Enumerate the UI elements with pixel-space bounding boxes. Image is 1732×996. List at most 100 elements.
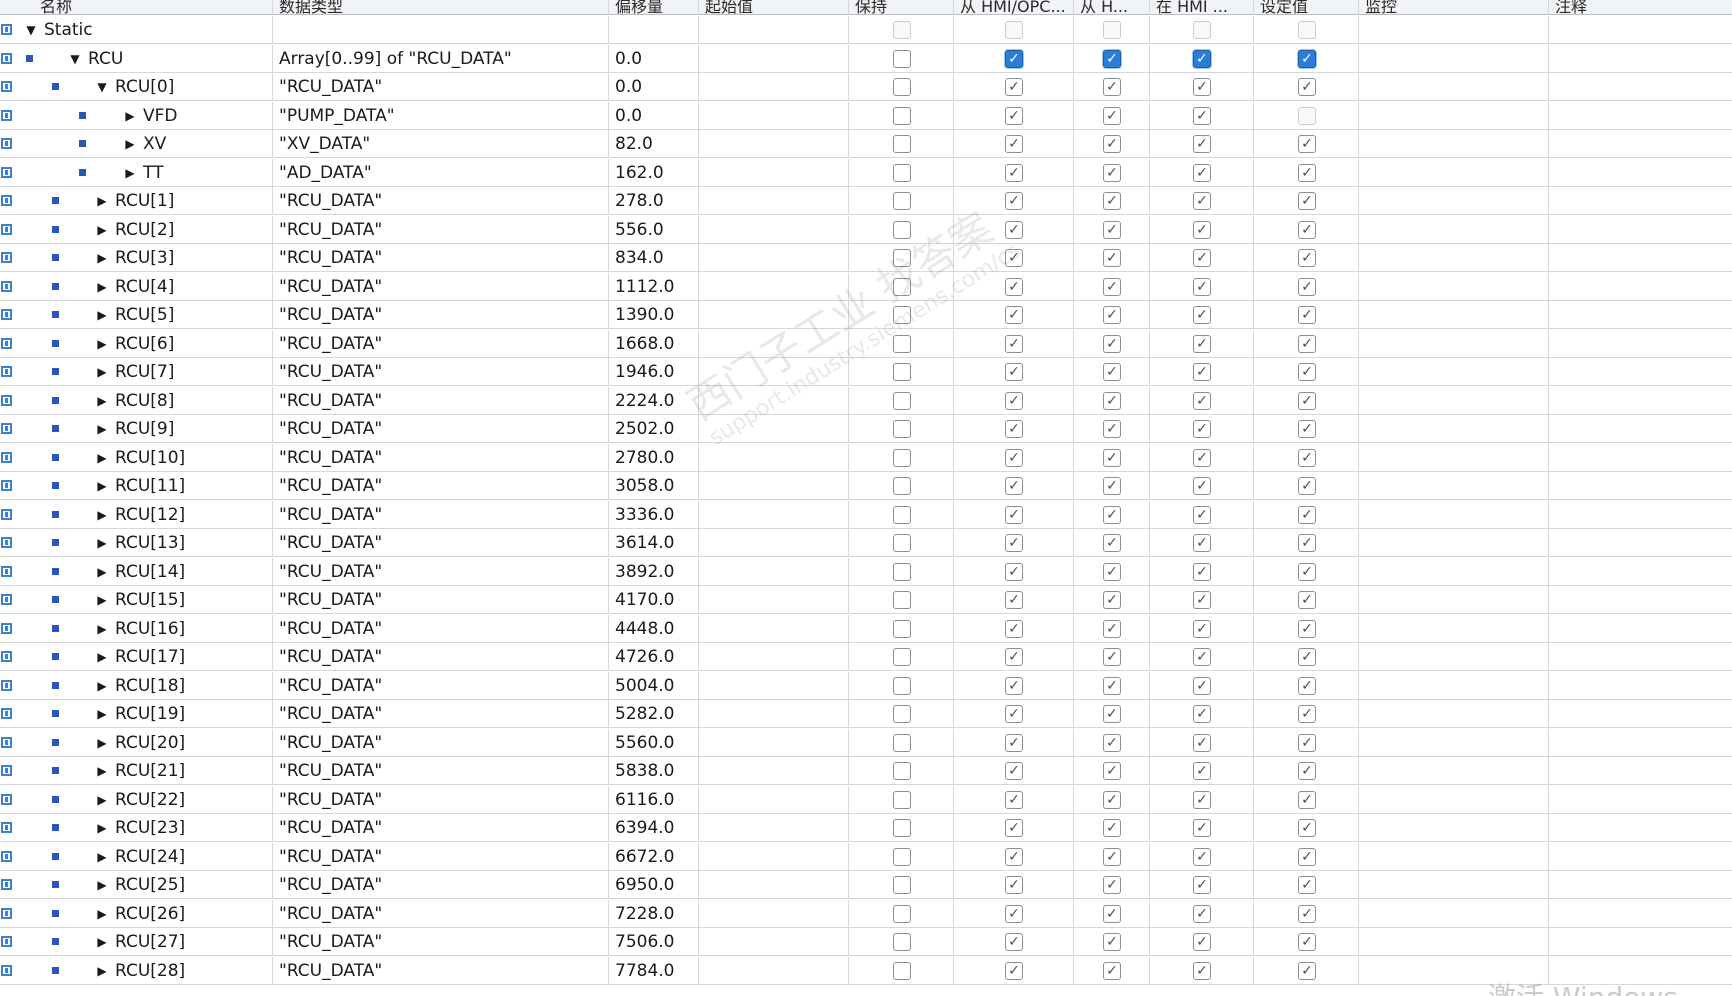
hmi-writable-checkbox[interactable]: ✓: [1193, 676, 1211, 695]
hmi-opc-accessible-checkbox[interactable]: ✓: [1005, 961, 1023, 980]
expand-triangle-icon[interactable]: ▶: [95, 244, 109, 272]
hmi-writable-checkbox[interactable]: ✓: [1193, 933, 1211, 951]
name-cell[interactable]: ▶ RCU[8]: [16, 386, 273, 415]
data-type-cell[interactable]: "RCU_DATA": [273, 443, 609, 472]
comment-cell[interactable]: [1549, 444, 1732, 472]
retain-checkbox[interactable]: [893, 961, 911, 980]
start-value-cell[interactable]: [699, 358, 849, 386]
hmi-writable-checkbox[interactable]: ✓: [1193, 619, 1211, 638]
hmi-visible-checkbox[interactable]: ✓: [1103, 420, 1121, 438]
column-header-name[interactable]: 名称: [16, 0, 273, 15]
hmi-visible-checkbox[interactable]: ✓: [1103, 961, 1121, 980]
name-cell[interactable]: ▶ RCU[16]: [16, 614, 273, 643]
start-value-cell[interactable]: [699, 415, 849, 443]
hmi-writable-checkbox[interactable]: ✓: [1193, 249, 1211, 267]
comment-cell[interactable]: [1549, 957, 1732, 985]
name-cell[interactable]: ▶ RCU[24]: [16, 842, 273, 871]
table-row[interactable]: ▶ RCU[18] "RCU_DATA" 5004.0 ✓ ✓ ✓ ✓: [0, 671, 1732, 700]
start-value-cell[interactable]: [699, 842, 849, 871]
start-value-cell[interactable]: [699, 586, 849, 614]
comment-cell[interactable]: [1549, 358, 1732, 386]
start-value-cell[interactable]: [699, 158, 849, 187]
hmi-visible-checkbox[interactable]: ✓: [1103, 220, 1121, 239]
expand-triangle-icon[interactable]: ▶: [95, 586, 109, 614]
retain-checkbox[interactable]: [893, 762, 911, 780]
hmi-visible-checkbox[interactable]: ✓: [1103, 306, 1121, 324]
table-row[interactable]: ▶ RCU[7] "RCU_DATA" 1946.0 ✓ ✓ ✓ ✓: [0, 358, 1732, 386]
hmi-opc-accessible-checkbox[interactable]: ✓: [1005, 192, 1023, 210]
retain-checkbox[interactable]: [893, 591, 911, 609]
collapse-triangle-icon[interactable]: ▼: [24, 16, 38, 44]
data-type-cell[interactable]: "RCU_DATA": [273, 272, 609, 301]
hmi-opc-accessible-checkbox[interactable]: ✓: [1005, 762, 1023, 780]
retain-checkbox[interactable]: [893, 562, 911, 581]
table-row[interactable]: ▶ VFD "PUMP_DATA" 0.0 ✓ ✓ ✓: [0, 101, 1732, 130]
hmi-writable-checkbox[interactable]: ✓: [1193, 733, 1211, 752]
retain-checkbox[interactable]: [893, 505, 911, 524]
start-value-cell[interactable]: [699, 215, 849, 244]
setpoint-checkbox[interactable]: ✓: [1298, 534, 1316, 552]
data-type-cell[interactable]: "RCU_DATA": [273, 871, 609, 899]
retain-checkbox[interactable]: [893, 78, 911, 96]
table-row[interactable]: ▶ RCU[13] "RCU_DATA" 3614.0 ✓ ✓ ✓ ✓: [0, 529, 1732, 557]
hmi-visible-checkbox[interactable]: ✓: [1103, 562, 1121, 581]
data-type-cell[interactable]: "RCU_DATA": [273, 529, 609, 557]
comment-cell[interactable]: [1549, 672, 1732, 700]
hmi-visible-checkbox[interactable]: ✓: [1103, 249, 1121, 267]
retain-checkbox[interactable]: [893, 106, 911, 125]
hmi-visible-checkbox[interactable]: ✓: [1103, 847, 1121, 866]
column-header-data-type[interactable]: 数据类型: [273, 0, 609, 15]
comment-cell[interactable]: [1549, 130, 1732, 158]
data-type-cell[interactable]: Array[0..99] of "RCU_DATA": [273, 44, 609, 73]
table-row[interactable]: ▶ RCU[17] "RCU_DATA" 4726.0 ✓ ✓ ✓ ✓: [0, 643, 1732, 671]
start-value-cell[interactable]: [699, 700, 849, 728]
hmi-opc-accessible-checkbox[interactable]: ✓: [1005, 847, 1023, 866]
data-type-cell[interactable]: "RCU_DATA": [273, 187, 609, 215]
name-cell[interactable]: ▶ RCU[26]: [16, 899, 273, 928]
hmi-writable-checkbox[interactable]: ✓: [1193, 363, 1211, 381]
name-cell[interactable]: ▶ RCU[1]: [16, 187, 273, 215]
start-value-cell[interactable]: [699, 187, 849, 215]
name-cell[interactable]: ▶ RCU[9]: [16, 415, 273, 443]
data-type-cell[interactable]: "RCU_DATA": [273, 728, 609, 757]
hmi-writable-checkbox[interactable]: ✓: [1193, 534, 1211, 552]
expand-triangle-icon[interactable]: ▶: [95, 843, 109, 871]
start-value-cell[interactable]: [699, 244, 849, 272]
start-value-cell[interactable]: [699, 671, 849, 700]
hmi-opc-accessible-checkbox[interactable]: ✓: [1005, 477, 1023, 495]
hmi-opc-accessible-checkbox[interactable]: ✓: [1005, 391, 1023, 410]
hmi-opc-accessible-checkbox[interactable]: ✓: [1005, 106, 1023, 125]
comment-cell[interactable]: [1549, 615, 1732, 643]
setpoint-checkbox[interactable]: ✓: [1298, 135, 1316, 153]
hmi-visible-checkbox[interactable]: ✓: [1103, 477, 1121, 495]
hmi-opc-accessible-checkbox[interactable]: ✓: [1005, 933, 1023, 951]
name-cell[interactable]: ▶ RCU[25]: [16, 871, 273, 899]
table-row[interactable]: ▶ RCU[12] "RCU_DATA" 3336.0 ✓ ✓ ✓ ✓: [0, 500, 1732, 529]
table-row[interactable]: ▶ RCU[24] "RCU_DATA" 6672.0 ✓ ✓ ✓ ✓: [0, 842, 1732, 871]
setpoint-checkbox[interactable]: ✓: [1298, 505, 1316, 524]
column-header-setpoint[interactable]: 设定值: [1254, 0, 1359, 15]
table-row[interactable]: ▶ RCU[4] "RCU_DATA" 1112.0 ✓ ✓ ✓ ✓: [0, 272, 1732, 301]
hmi-writable-checkbox[interactable]: ✓: [1193, 135, 1211, 153]
expand-triangle-icon[interactable]: ▶: [95, 472, 109, 500]
expand-triangle-icon[interactable]: ▶: [95, 928, 109, 956]
setpoint-checkbox[interactable]: ✓: [1298, 876, 1316, 894]
hmi-visible-checkbox[interactable]: ✓: [1103, 448, 1121, 467]
retain-checkbox[interactable]: [893, 135, 911, 153]
hmi-writable-checkbox[interactable]: ✓: [1193, 961, 1211, 980]
name-cell[interactable]: ▶ RCU[18]: [16, 671, 273, 700]
hmi-writable-checkbox[interactable]: ✓: [1193, 705, 1211, 723]
table-row[interactable]: ▶ RCU[2] "RCU_DATA" 556.0 ✓ ✓ ✓ ✓: [0, 215, 1732, 244]
table-row[interactable]: ▶ RCU[10] "RCU_DATA" 2780.0 ✓ ✓ ✓ ✓: [0, 443, 1732, 472]
comment-cell[interactable]: [1549, 387, 1732, 415]
setpoint-checkbox[interactable]: ✓: [1298, 192, 1316, 210]
start-value-cell[interactable]: [699, 643, 849, 671]
table-row[interactable]: ▶ RCU[26] "RCU_DATA" 7228.0 ✓ ✓ ✓ ✓: [0, 899, 1732, 928]
hmi-visible-checkbox[interactable]: ✓: [1103, 49, 1121, 68]
comment-cell[interactable]: [1549, 558, 1732, 586]
table-row[interactable]: ▶ RCU[8] "RCU_DATA" 2224.0 ✓ ✓ ✓ ✓: [0, 386, 1732, 415]
table-row[interactable]: ▶ RCU[5] "RCU_DATA" 1390.0 ✓ ✓ ✓ ✓: [0, 301, 1732, 329]
setpoint-checkbox[interactable]: ✓: [1298, 733, 1316, 752]
name-cell[interactable]: ▶ TT: [16, 158, 273, 187]
table-row[interactable]: ▶ RCU[16] "RCU_DATA" 4448.0 ✓ ✓ ✓ ✓: [0, 614, 1732, 643]
